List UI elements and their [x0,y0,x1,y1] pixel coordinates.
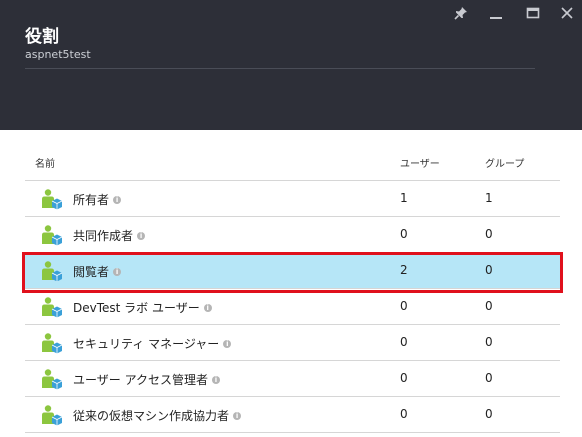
group-count: 1 [485,191,493,205]
table-row[interactable]: 閲覧者 i 2 0 [25,253,560,289]
info-icon[interactable]: i [223,340,232,348]
table-row[interactable]: 従来の仮想マシン作成協力者 i 0 0 [25,397,560,433]
role-user-icon [42,297,63,318]
close-icon [561,7,573,19]
group-count: 0 [485,299,493,313]
pin-button[interactable] [449,2,473,24]
maximize-icon [526,7,540,19]
role-name: ユーザー アクセス管理者 i [73,371,220,388]
role-name: DevTest ラボ ユーザー i [73,299,212,316]
role-name-text: DevTest ラボ ユーザー [73,301,200,315]
table-header: 名前 ユーザー グループ [25,145,560,181]
group-count: 0 [485,227,493,241]
role-user-icon [42,405,63,426]
role-name: 所有者 i [73,191,122,208]
user-count: 0 [400,299,408,313]
maximize-button[interactable] [521,2,545,24]
role-name: 閲覧者 i [73,263,122,280]
roles-table: 名前 ユーザー グループ 所有者 i 1 1 共同作成者 i 0 0 閲覧者 i 2 … [25,145,560,433]
table-row[interactable]: ユーザー アクセス管理者 i 0 0 [25,361,560,397]
group-count: 0 [485,335,493,349]
info-icon[interactable]: i [113,268,122,276]
info-icon[interactable]: i [203,304,212,312]
blade-title: 役割 [25,27,59,47]
table-row[interactable]: セキュリティ マネージャー i 0 0 [25,325,560,361]
blade-subtitle: aspnet5test [25,48,91,61]
role-name-text: セキュリティ マネージャー [73,337,220,351]
table-row[interactable]: DevTest ラボ ユーザー i 0 0 [25,289,560,325]
table-row[interactable]: 共同作成者 i 0 0 [25,217,560,253]
role-user-icon [42,189,63,210]
role-name-text: 従来の仮想マシン作成協力者 [73,409,230,423]
close-button[interactable] [555,2,579,24]
column-header-users[interactable]: ユーザー [400,155,440,170]
column-header-name[interactable]: 名前 [35,155,55,170]
info-icon[interactable]: i [137,232,146,240]
user-count: 0 [400,371,408,385]
role-name: 共同作成者 i [73,227,146,244]
table-row[interactable]: 所有者 i 1 1 [25,181,560,217]
role-name: セキュリティ マネージャー i [73,335,232,352]
blade-header: 役割 aspnet5test [0,0,582,130]
minimize-button[interactable] [484,2,508,24]
user-count: 0 [400,227,408,241]
info-icon[interactable]: i [233,412,242,420]
header-divider [25,68,535,69]
user-count: 0 [400,335,408,349]
user-count: 2 [400,263,408,277]
minimize-icon [490,17,502,19]
role-name-text: 閲覧者 [73,265,110,279]
role-user-icon [42,369,63,390]
role-user-icon [42,261,63,282]
table-body: 所有者 i 1 1 共同作成者 i 0 0 閲覧者 i 2 0 DevTest ラボ … [25,181,560,433]
user-count: 0 [400,407,408,421]
role-name-text: 共同作成者 [73,229,134,243]
info-icon[interactable]: i [113,196,122,204]
group-count: 0 [485,263,493,277]
role-name: 従来の仮想マシン作成協力者 i [73,407,242,424]
role-name-text: 所有者 [73,193,110,207]
group-count: 0 [485,407,493,421]
column-header-groups[interactable]: グループ [485,155,524,170]
role-user-icon [42,225,63,246]
pin-icon [454,7,467,20]
group-count: 0 [485,371,493,385]
role-name-text: ユーザー アクセス管理者 [73,373,208,387]
user-count: 1 [400,191,408,205]
info-icon[interactable]: i [211,376,220,384]
role-user-icon [42,333,63,354]
